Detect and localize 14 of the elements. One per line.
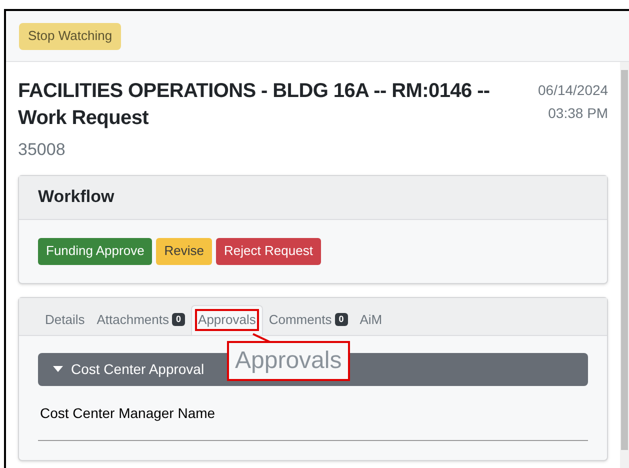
tab-label: Comments — [268, 310, 332, 329]
callout-tooltip: Approvals — [227, 341, 350, 381]
tab-label: AiM — [360, 310, 382, 329]
field-label: Cost Center Manager Name — [39, 404, 216, 423]
tab-label: Approvals — [198, 311, 256, 330]
request-number: 35008 — [18, 139, 66, 161]
tab-label: Details — [45, 310, 85, 329]
count-badge: 0 — [334, 313, 348, 326]
card-title: Workflow — [38, 186, 114, 208]
request-date: 06/14/2024 — [538, 81, 608, 100]
request-time: 03:38 PM — [547, 104, 608, 123]
request-title: FACILITIES OPERATIONS - BLDG 16A -- RM:0146 -- Work Request — [18, 79, 491, 131]
tab-label: Attachments — [96, 310, 170, 329]
count-badge: 0 — [172, 313, 186, 326]
